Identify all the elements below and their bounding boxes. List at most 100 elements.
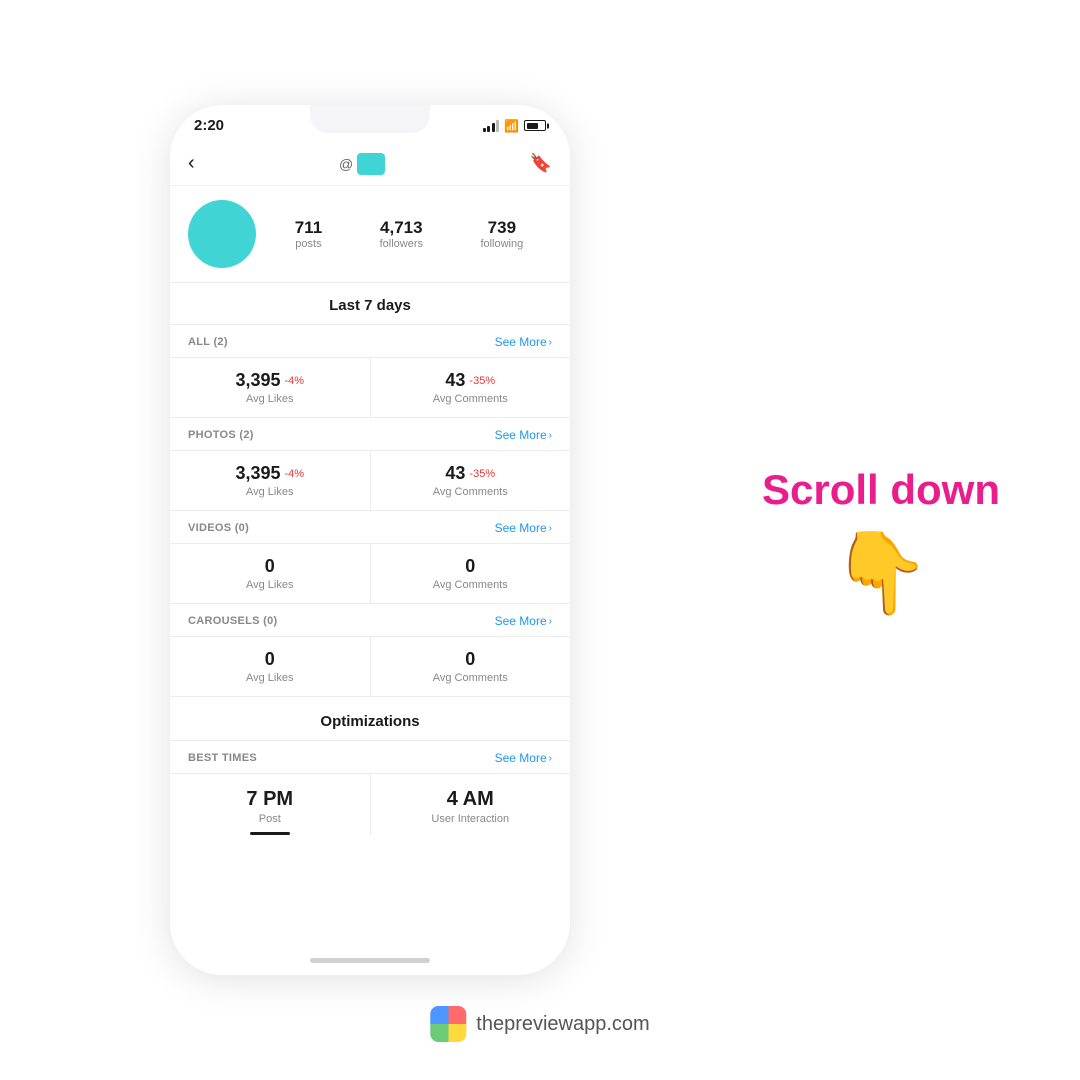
battery-icon	[524, 120, 546, 131]
carousels-stats-row: 0 Avg Likes 0 Avg Comments	[170, 636, 570, 696]
signal-icon	[483, 120, 500, 132]
home-indicator	[170, 945, 570, 975]
all-likes-label: Avg Likes	[178, 393, 362, 405]
post-time-value: 7 PM	[178, 788, 362, 811]
photos-stats-row: 3,395 -4% Avg Likes 43 -35% Avg Comments	[170, 450, 570, 510]
videos-avg-comments: 0 Avg Comments	[371, 544, 571, 603]
videos-likes-label: Avg Likes	[178, 579, 362, 591]
videos-see-more[interactable]: See More ›	[495, 521, 552, 535]
followers-count: 4,713	[380, 218, 423, 238]
interaction-time-value: 4 AM	[379, 788, 563, 811]
nav-username-container: @	[339, 153, 385, 175]
posts-count: 711	[295, 218, 322, 238]
photos-avg-likes: 3,395 -4% Avg Likes	[170, 451, 371, 510]
optimizations-header: Optimizations	[170, 697, 570, 740]
carousels-title: CAROUSELS (0)	[188, 615, 277, 627]
best-times-category-header: BEST TIMES See More ›	[170, 741, 570, 773]
profile-header: 711 posts 4,713 followers 739 following	[170, 186, 570, 282]
wifi-icon: 📶	[504, 119, 519, 133]
all-avg-comments: 43 -35% Avg Comments	[371, 358, 571, 417]
videos-comments-value: 0	[379, 556, 563, 577]
photos-avg-comments: 43 -35% Avg Comments	[371, 451, 571, 510]
carousels-category-header: CAROUSELS (0) See More ›	[170, 604, 570, 636]
right-content: Scroll down 👇	[762, 467, 1000, 613]
carousels-comments-value: 0	[379, 649, 563, 670]
bottom-branding: thepreviewapp.com	[430, 1006, 649, 1042]
all-comments-change: -35%	[469, 375, 495, 387]
posts-stat: 711 posts	[295, 218, 322, 250]
videos-section: VIDEOS (0) See More › 0 Avg Likes	[170, 511, 570, 603]
carousels-section: CAROUSELS (0) See More › 0 Avg Likes	[170, 604, 570, 696]
videos-comments-label: Avg Comments	[379, 579, 563, 591]
interaction-time-cell: 4 AM User Interaction	[371, 774, 571, 835]
post-time-label: Post	[178, 813, 362, 825]
at-symbol: @	[339, 156, 353, 172]
brand-text: thepreviewapp.com	[476, 1013, 649, 1036]
app-screen: ‹ @ 🔖 711 posts 4,713 followers	[170, 142, 570, 945]
photos-see-more[interactable]: See More ›	[495, 428, 552, 442]
carousels-comments-label: Avg Comments	[379, 672, 563, 684]
following-count: 739	[480, 218, 523, 238]
photos-likes-change: -4%	[284, 468, 304, 480]
videos-chevron-icon: ›	[549, 523, 552, 534]
all-comments-value: 43 -35%	[379, 370, 563, 391]
all-see-more[interactable]: See More ›	[495, 335, 552, 349]
home-bar	[310, 958, 430, 963]
all-chevron-icon: ›	[549, 337, 552, 348]
carousels-avg-likes: 0 Avg Likes	[170, 637, 371, 696]
back-button[interactable]: ‹	[188, 152, 195, 175]
photos-category-header: PHOTOS (2) See More ›	[170, 418, 570, 450]
status-icons: 📶	[483, 119, 546, 133]
best-times-chevron-icon: ›	[549, 753, 552, 764]
brand-logo-icon	[430, 1006, 466, 1042]
all-likes-value: 3,395 -4%	[178, 370, 362, 391]
photos-likes-value: 3,395 -4%	[178, 463, 362, 484]
photos-title: PHOTOS (2)	[188, 429, 254, 441]
best-times-see-more[interactable]: See More ›	[495, 751, 552, 765]
interaction-time-label: User Interaction	[379, 813, 563, 825]
videos-avg-likes: 0 Avg Likes	[170, 544, 371, 603]
scroll-down-emoji: 👇	[831, 533, 931, 613]
carousels-avg-comments: 0 Avg Comments	[371, 637, 571, 696]
profile-stats: 711 posts 4,713 followers 739 following	[266, 218, 552, 250]
status-time: 2:20	[194, 117, 224, 134]
videos-category-header: VIDEOS (0) See More ›	[170, 511, 570, 543]
photos-chevron-icon: ›	[549, 430, 552, 441]
avatar	[188, 200, 256, 268]
carousels-likes-value: 0	[178, 649, 362, 670]
phone-shell: 2:20 📶 ‹ @	[170, 105, 570, 975]
all-likes-change: -4%	[284, 375, 304, 387]
bookmark-icon[interactable]: 🔖	[530, 153, 552, 174]
page-container: 2:20 📶 ‹ @	[0, 0, 1080, 1080]
photos-comments-label: Avg Comments	[379, 486, 563, 498]
best-times-section: BEST TIMES See More › 7 PM Post 4 AM Use…	[170, 741, 570, 835]
nav-bar: ‹ @ 🔖	[170, 142, 570, 186]
photos-section: PHOTOS (2) See More › 3,395 -4% Avg Like…	[170, 418, 570, 510]
following-stat: 739 following	[480, 218, 523, 250]
videos-title: VIDEOS (0)	[188, 522, 249, 534]
photos-comments-value: 43 -35%	[379, 463, 563, 484]
photos-comments-change: -35%	[469, 468, 495, 480]
last7days-header: Last 7 days	[170, 283, 570, 324]
followers-stat: 4,713 followers	[380, 218, 423, 250]
post-time-cell: 7 PM Post	[170, 774, 371, 835]
all-category-header: ALL (2) See More ›	[170, 325, 570, 357]
carousels-see-more[interactable]: See More ›	[495, 614, 552, 628]
username-highlight	[357, 153, 385, 175]
best-times-row: 7 PM Post 4 AM User Interaction	[170, 773, 570, 835]
scroll-down-text: Scroll down	[762, 467, 1000, 513]
following-label: following	[480, 238, 523, 250]
all-title: ALL (2)	[188, 336, 228, 348]
phone-notch	[310, 105, 430, 133]
all-comments-label: Avg Comments	[379, 393, 563, 405]
best-times-title: BEST TIMES	[188, 752, 257, 764]
videos-likes-value: 0	[178, 556, 362, 577]
photos-likes-label: Avg Likes	[178, 486, 362, 498]
videos-stats-row: 0 Avg Likes 0 Avg Comments	[170, 543, 570, 603]
all-stats-row: 3,395 -4% Avg Likes 43 -35% Avg Comments	[170, 357, 570, 417]
carousels-likes-label: Avg Likes	[178, 672, 362, 684]
all-avg-likes: 3,395 -4% Avg Likes	[170, 358, 371, 417]
posts-label: posts	[295, 238, 322, 250]
all-section: ALL (2) See More › 3,395 -4% Avg Likes	[170, 325, 570, 417]
carousels-chevron-icon: ›	[549, 616, 552, 627]
